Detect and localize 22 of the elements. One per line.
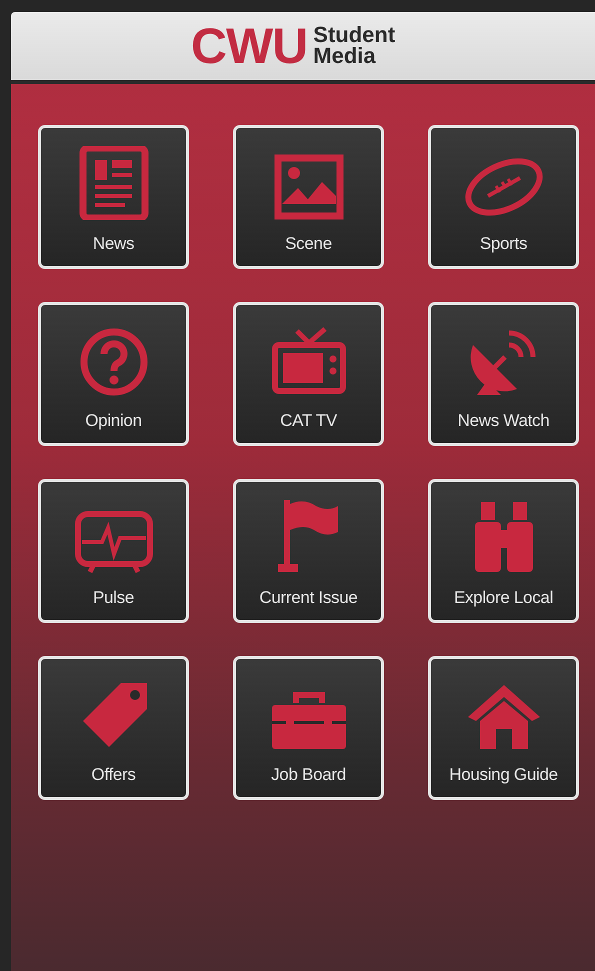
newspaper-icon	[78, 146, 148, 220]
section-tile[interactable]: Explore Local	[428, 479, 579, 623]
section-tile[interactable]: News	[38, 125, 189, 269]
toolbox-icon	[270, 689, 348, 751]
section-tile[interactable]: Sports	[428, 125, 579, 269]
logo-text: CWU	[190, 21, 308, 71]
section-tile[interactable]: Scene	[233, 125, 384, 269]
section-tile[interactable]: Pulse	[38, 479, 189, 623]
image-icon	[274, 154, 344, 220]
logo-subtitle: Media	[313, 46, 377, 67]
section-tile[interactable]: CAT TV	[233, 302, 384, 446]
house-icon	[466, 683, 542, 751]
section-tile[interactable]: Job Board	[233, 656, 384, 800]
section-tile[interactable]: Opinion	[38, 302, 189, 446]
section-tile[interactable]: Current Issue	[233, 479, 384, 623]
section-tile[interactable]: News Watch	[428, 302, 579, 446]
logo-subtitle: Student	[313, 25, 396, 46]
section-tile[interactable]: Housing Guide	[428, 656, 579, 800]
section-tile[interactable]: Offers	[38, 656, 189, 800]
tv-icon	[270, 327, 346, 397]
heart-monitor-icon	[74, 510, 154, 574]
question-icon	[78, 327, 148, 397]
